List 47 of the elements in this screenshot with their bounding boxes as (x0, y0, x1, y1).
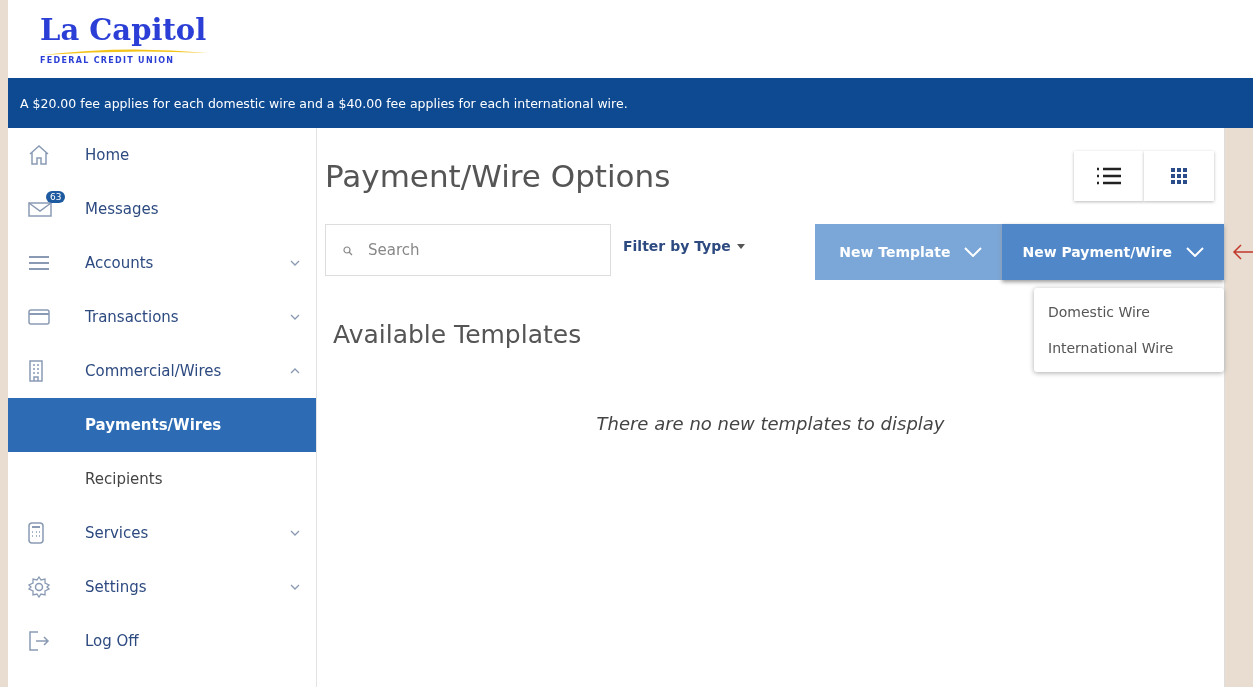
empty-message: There are no new templates to display (595, 413, 946, 434)
page-title: Payment/Wire Options (325, 158, 671, 194)
logo-name: La Capitol (40, 13, 208, 46)
logo-tagline: FEDERAL CREDIT UNION (40, 55, 176, 65)
section-title: Available Templates (333, 320, 582, 349)
settings-icon (28, 576, 50, 598)
dropdown-button[interactable]: New Payment/Wire (1002, 224, 1224, 280)
nav-label: Services (85, 524, 150, 542)
list-icon (1096, 167, 1122, 185)
nav-label: Accounts (85, 254, 155, 272)
chevron-down-icon (1186, 247, 1204, 257)
nav-label: Commercial/Wires (85, 362, 223, 380)
nav-label: Settings (85, 578, 148, 596)
calculator-icon (28, 522, 44, 544)
chevron-down-icon (964, 247, 983, 257)
mail-icon (28, 201, 52, 217)
fee-banner: A $20.00 fee applies for each domestic wire and a $40.00 fee applies for each international wire. (0, 78, 1253, 128)
nav-item[interactable]: Commercial/Wires (8, 344, 316, 398)
nav-item[interactable]: Transactions (8, 290, 316, 344)
home-icon (28, 144, 50, 166)
search-icon (343, 246, 353, 256)
caret-icon (736, 243, 745, 249)
grid-icon (1171, 168, 1187, 184)
list-view-button[interactable] (1074, 151, 1144, 201)
menu-item[interactable]: International Wire (1034, 330, 1224, 366)
nav-subitem[interactable]: Payments/Wires (8, 398, 316, 452)
menu-item[interactable]: Domestic Wire (1034, 294, 1224, 330)
search-field[interactable]: Search (325, 224, 611, 276)
filter-dropdown[interactable]: Filter by Type (611, 224, 745, 254)
nav-item[interactable]: Home (8, 128, 316, 182)
annotation-arrow (1232, 244, 1253, 260)
nav-label: Log Off (85, 632, 140, 650)
grid-view-button[interactable] (1144, 151, 1214, 201)
nav-subitem[interactable]: Recipients (8, 452, 316, 506)
unread-badge: 63 (46, 191, 66, 203)
nav-item[interactable]: 63 Messages (8, 182, 316, 236)
nav-label: Home (85, 146, 131, 164)
nav-item[interactable]: Services (8, 506, 316, 560)
card-icon (28, 309, 50, 325)
building-icon (28, 360, 44, 382)
nav-item[interactable]: Settings (8, 560, 316, 614)
menu-icon (28, 255, 50, 271)
nav-label: Messages (85, 200, 160, 218)
nav-label: Transactions (85, 308, 180, 326)
nav-item[interactable]: Accounts (8, 236, 316, 290)
logout-icon (28, 631, 50, 651)
nav-item[interactable]: Log Off (8, 614, 316, 668)
